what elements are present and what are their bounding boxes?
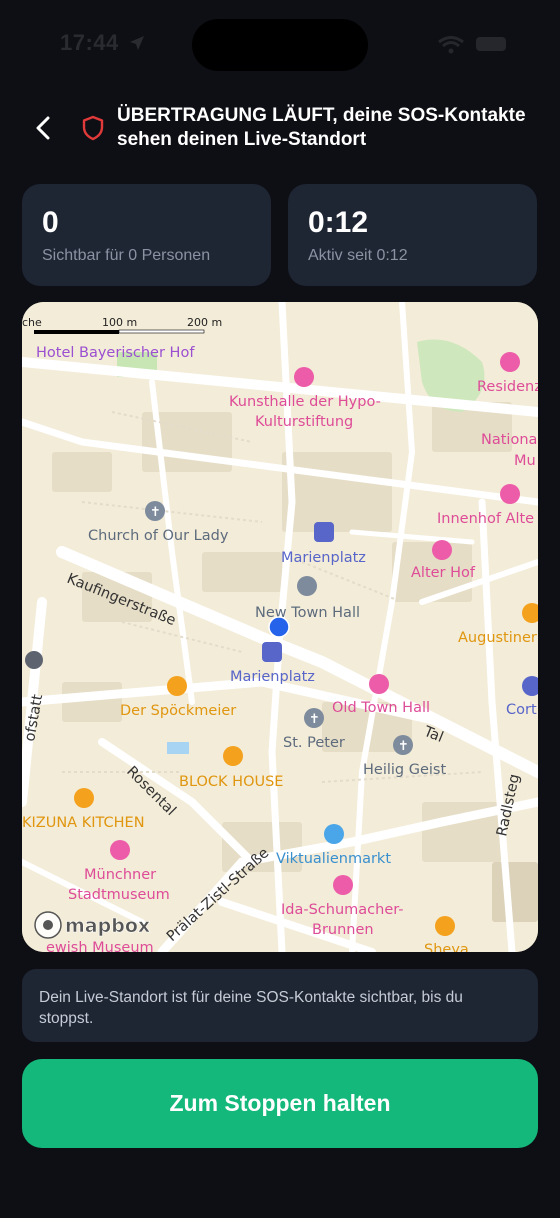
duration-card: 0:12 Aktiv seit 0:12 (288, 184, 537, 286)
page-title-line-1: ÜBERTRAGUNG LÄUFT, deine SOS-Kontakte (117, 105, 526, 126)
map-label-marienplatz-station: Marienplatz (281, 550, 366, 566)
status-bar: 17:44 (0, 0, 560, 90)
map-label-innenhof: Innenhof Alte (437, 511, 534, 527)
svg-text:✝: ✝ (398, 739, 409, 754)
museum-icon (294, 367, 314, 387)
map-label-kizuna: KIZUNA KITCHEN (22, 815, 145, 831)
duration-label: Aktiv seit 0:12 (308, 247, 408, 264)
chevron-left-icon (36, 116, 50, 140)
back-button[interactable] (28, 112, 60, 144)
camera-icon (369, 674, 389, 694)
mapbox-wordmark: mapbox (65, 915, 150, 937)
live-location-map[interactable]: 100 m 200 m che ✝ ✝ ✝ Hotel Bayerischer … (22, 302, 538, 952)
map-label-spoeckmeier: Der Spöckmeier (120, 703, 236, 719)
map-label-heilig-geist: Heilig Geist (363, 762, 446, 778)
map-water (167, 742, 189, 754)
map-corner-label: che (22, 316, 42, 329)
subway-icon (262, 642, 282, 662)
map-label-ida-schumacher-2: Brunnen (312, 922, 374, 938)
header: ÜBERTRAGUNG LÄUFT, deine SOS-Kontakte se… (0, 100, 560, 160)
page-title-line-2: sehen deinen Live-Standort (117, 129, 367, 150)
battery-icon (476, 37, 506, 51)
restaurant-icon (435, 916, 455, 936)
status-time: 17:44 (60, 30, 119, 55)
map-label-viktualienmarkt: Viktualienmarkt (276, 851, 391, 867)
map-label-national-2: Mu (514, 453, 536, 469)
town-hall-icon (297, 576, 317, 596)
map-label-national: Nationa (481, 432, 537, 448)
mapbox-logo: mapbox (34, 911, 150, 939)
dynamic-island (192, 19, 368, 71)
hold-to-stop-button[interactable]: Zum Stoppen halten (22, 1059, 538, 1148)
svg-text:✝: ✝ (309, 712, 320, 727)
scale-label-200: 200 m (187, 316, 222, 329)
map-label-marienplatz: Marienplatz (230, 669, 315, 685)
location-arrow-icon (130, 36, 144, 50)
museum-icon (25, 651, 43, 669)
info-text: Dein Live-Standort ist für deine SOS-Kon… (39, 989, 463, 1027)
map-label-new-town-hall: New Town Hall (255, 605, 360, 621)
castle-icon (432, 540, 452, 560)
shopping-icon (324, 824, 344, 844)
map-label-sheya: Sheya (424, 942, 469, 952)
map-label-ida-schumacher: Ida-Schumacher- (281, 902, 404, 918)
duration-value: 0:12 (308, 206, 369, 239)
page-title: ÜBERTRAGUNG LÄUFT, deine SOS-Kontakte se… (117, 104, 557, 152)
svg-text:✝: ✝ (150, 505, 161, 520)
user-location-marker (268, 616, 290, 638)
map-label-residenz: Residenz (477, 379, 538, 395)
map-label-jewish-museum: ewish Museum (46, 940, 154, 952)
map-label-hotel: Hotel Bayerischer Hof (36, 345, 195, 361)
museum-icon (110, 840, 130, 860)
info-box: Dein Live-Standort ist für deine SOS-Kon… (22, 969, 538, 1042)
map-label-st-peter: St. Peter (283, 735, 345, 751)
museum-icon (500, 352, 520, 372)
viewers-card: 0 Sichtbar für 0 Personen (22, 184, 271, 286)
map-label-corti: Cort (506, 702, 537, 718)
camera-icon (333, 875, 353, 895)
map-label-alter-hof: Alter Hof (411, 565, 476, 581)
map-label-block-house: BLOCK HOUSE (179, 774, 283, 790)
wifi-icon (438, 36, 464, 54)
map-label-old-town-hall: Old Town Hall (332, 700, 430, 716)
scale-label-100: 100 m (102, 316, 137, 329)
camera-icon (500, 484, 520, 504)
map-label-kunsthalle-2: Kulturstiftung (255, 414, 353, 430)
map-label-augustiner: Augustiner (458, 630, 537, 646)
viewers-count: 0 (42, 206, 59, 239)
map-label-kunsthalle: Kunsthalle der Hypo- (229, 394, 381, 410)
restaurant-icon (223, 746, 243, 766)
map-label-stadtmuseum-2: Stadtmuseum (68, 887, 170, 903)
viewers-label: Sichtbar für 0 Personen (42, 247, 211, 264)
map-label-church: Church of Our Lady (88, 528, 229, 544)
map-label-stadtmuseum: Münchner (84, 867, 156, 883)
restaurant-icon (74, 788, 94, 808)
shield-icon (82, 115, 104, 141)
restaurant-icon (167, 676, 187, 696)
subway-icon (314, 522, 334, 542)
